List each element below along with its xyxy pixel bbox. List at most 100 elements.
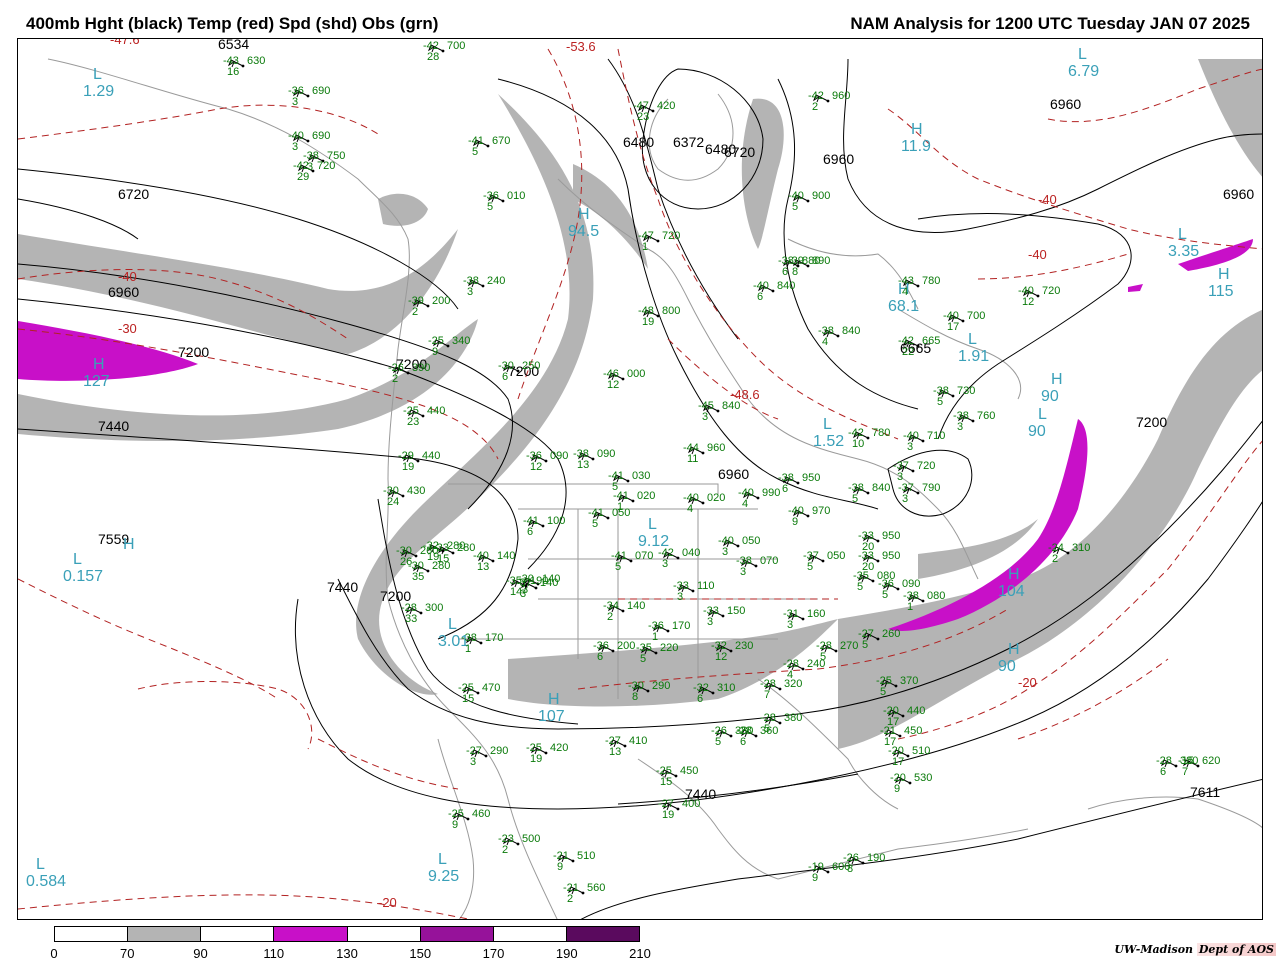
station-dot (754, 564, 758, 568)
station-dot (961, 319, 965, 323)
obs-height: 630 (247, 55, 265, 67)
temperature-label: -40 (118, 269, 137, 284)
obs-dewpoint-depression: 5 (820, 651, 826, 663)
station-dot (414, 554, 418, 558)
obs-height: 430 (407, 485, 425, 497)
station-dot (676, 807, 680, 811)
height-label: 6960 (823, 151, 854, 167)
obs-dewpoint-depression: 3 (702, 411, 708, 423)
station-dot (491, 559, 495, 563)
obs-height: 690 (312, 85, 330, 97)
station-dot (866, 491, 870, 495)
station-dot (821, 559, 825, 563)
obs-dewpoint-depression: 19 (530, 753, 542, 765)
legend-bin (274, 927, 348, 941)
obs-dewpoint-depression: 12 (530, 461, 542, 473)
obs-dewpoint-depression: 15 (660, 776, 672, 788)
station-dot (778, 721, 782, 725)
obs-height: 950 (802, 472, 820, 484)
center-letter: H (1008, 641, 1020, 658)
station-dot (306, 139, 310, 143)
obs-height: 720 (1042, 285, 1060, 297)
obs-dewpoint-depression: 3 (467, 286, 473, 298)
obs-height: 700 (447, 40, 465, 52)
obs-height: 950 (882, 530, 900, 542)
station-dot (656, 314, 660, 318)
obs-height: 000 (627, 368, 645, 380)
map-canvas: 653467206960720074406480 6372 648067206960… (18, 39, 1262, 919)
obs-height: 390 (412, 362, 430, 374)
station-dot (796, 481, 800, 485)
station-dot (861, 861, 865, 865)
station-dot (674, 774, 678, 778)
station-dot (666, 629, 670, 633)
obs-dewpoint-depression: 3 (677, 591, 683, 603)
station-dot (826, 870, 830, 874)
temperature-label: -30 (118, 321, 137, 336)
station-dot (626, 479, 630, 483)
obs-dewpoint-depression: 9 (792, 516, 798, 528)
obs-height: 150 (727, 605, 745, 617)
center-value: 6.79 (1068, 63, 1099, 80)
obs-height: 450 (904, 725, 922, 737)
center-letter: H (1218, 266, 1230, 283)
obs-dewpoint-depression: 6 (782, 266, 788, 278)
obs-dewpoint-depression: 5 (882, 589, 888, 601)
obs-height: 380 (784, 712, 802, 724)
obs-dewpoint-depression: 8 (632, 691, 638, 703)
center-letter: L (93, 66, 102, 83)
pressure-centers: L1.29L6.79H127L0.157HL0.584L9.25L3.35H11… (26, 46, 1234, 890)
station-dot (451, 551, 455, 555)
obs-height: 220 (660, 642, 678, 654)
obs-height: 470 (482, 682, 500, 694)
temperature-label: -40 (1038, 192, 1057, 207)
obs-dewpoint-depression: 5 (807, 561, 813, 573)
obs-dewpoint-depression: 15 (462, 693, 474, 705)
obs-dewpoint-depression: 3 (787, 619, 793, 631)
obs-dewpoint-depression: 33 (405, 613, 417, 625)
station-dot (1036, 294, 1040, 298)
obs-height: 170 (485, 632, 503, 644)
obs-height: 665 (922, 335, 940, 347)
obs-dewpoint-depression: 6 (597, 651, 603, 663)
station-dot (778, 687, 782, 691)
center-value: 90 (1028, 423, 1046, 440)
obs-dewpoint-depression: 8 (792, 266, 798, 278)
obs-dewpoint-depression: 22 (902, 346, 914, 358)
station-dot (606, 516, 610, 520)
center-value: 0.584 (26, 873, 66, 890)
obs-height: 100 (547, 515, 565, 527)
center-letter: H (93, 356, 105, 373)
obs-dewpoint-depression: 17 (947, 321, 959, 333)
station-dot (629, 559, 633, 563)
obs-height: 800 (662, 305, 680, 317)
station-dot (479, 641, 483, 645)
station-dot (736, 544, 740, 548)
obs-height: 840 (722, 400, 740, 412)
obs-dewpoint-depression: 19 (402, 461, 414, 473)
station-dot (906, 754, 910, 758)
obs-dewpoint-depression: 3 (902, 493, 908, 505)
obs-dewpoint-depression: 5 (615, 561, 621, 573)
center-letter: H (548, 691, 560, 708)
station-dot (721, 614, 725, 618)
obs-dewpoint-depression: 4 (687, 503, 693, 515)
obs-height: 560 (587, 882, 605, 894)
station-dot (611, 649, 615, 653)
obs-height: 450 (680, 765, 698, 777)
obs-height: 190 (867, 852, 885, 864)
station-dot (701, 451, 705, 455)
station-dot (544, 459, 548, 463)
temperature-label: -40 (1028, 247, 1047, 262)
obs-height: 720 (317, 160, 335, 172)
obs-height: 460 (472, 808, 490, 820)
obs-height: 250 (522, 360, 540, 372)
center-value: 9.25 (428, 868, 459, 885)
obs-height: 080 (927, 590, 945, 602)
station-dot (416, 459, 420, 463)
obs-height: 790 (922, 482, 940, 494)
weather-map[interactable]: 6534 6720 6960 7200 7440 6480 6372 6480 6720 6960… (17, 38, 1263, 920)
obs-dewpoint-depression: 3 (470, 756, 476, 768)
obs-height: 440 (427, 405, 445, 417)
station-dot (476, 691, 480, 695)
